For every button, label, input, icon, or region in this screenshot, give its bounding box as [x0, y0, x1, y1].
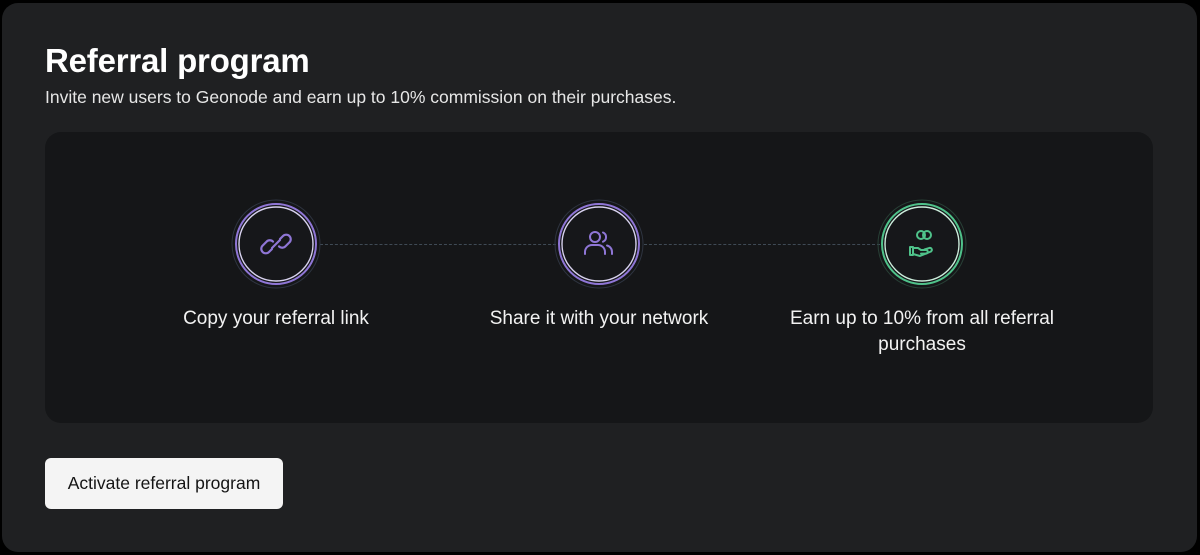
step-2-badge: [554, 199, 644, 289]
money-hand-icon: [877, 199, 967, 289]
page-title: Referral program: [45, 42, 310, 79]
step-1-label: Copy your referral link: [183, 308, 369, 329]
users-icon: [554, 199, 644, 289]
page-subtitle: Invite new users to Geonode and earn up …: [45, 87, 677, 107]
step-2-label: Share it with your network: [489, 308, 709, 329]
referral-card: Referral program Invite new users to Geo…: [2, 3, 1197, 552]
step-1-badge: [231, 199, 321, 289]
link-icon: [231, 199, 321, 289]
step-3-badge: [877, 199, 967, 289]
step-3-label: Earn up to 10% from all referral purchas…: [789, 308, 1054, 355]
step-connector: [320, 244, 556, 245]
step-connector: [644, 244, 880, 245]
activate-referral-button[interactable]: Activate referral program: [45, 458, 283, 509]
